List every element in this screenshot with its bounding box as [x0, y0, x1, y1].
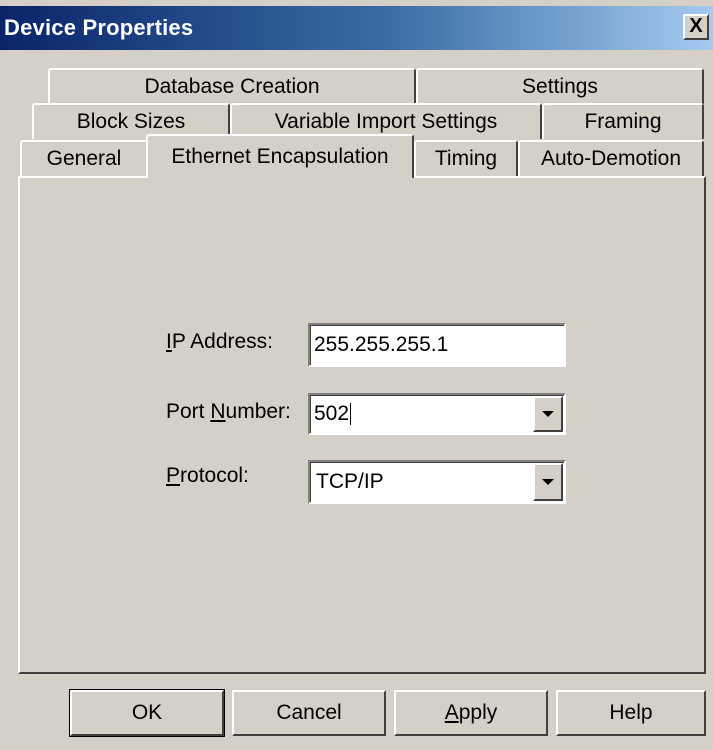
- protocol-combo[interactable]: TCP/IP: [308, 460, 566, 504]
- ip-address-value: 255.255.255.1: [314, 333, 449, 356]
- protocol-value: TCP/IP: [316, 470, 384, 493]
- tab-database-creation[interactable]: Database Creation: [48, 68, 416, 104]
- title-bar: Device Properties X: [0, 6, 713, 50]
- tab-settings[interactable]: Settings: [416, 68, 704, 104]
- close-icon: X: [689, 15, 703, 37]
- tab-label: Framing: [584, 110, 662, 133]
- port-number-value-wrap: 502: [314, 395, 352, 433]
- apply-label: Apply: [444, 701, 498, 724]
- tab-label: Database Creation: [144, 75, 320, 98]
- ip-address-label: IP Address:: [166, 330, 274, 353]
- tab-label: Ethernet Encapsulation: [171, 145, 389, 168]
- text-cursor: [350, 403, 352, 425]
- close-button[interactable]: X: [683, 14, 709, 40]
- protocol-label: Protocol:: [166, 464, 249, 487]
- ip-address-input[interactable]: 255.255.255.1: [308, 323, 566, 367]
- port-number-dropdown-button[interactable]: [533, 396, 563, 432]
- tab-label: Settings: [522, 75, 598, 98]
- help-button[interactable]: Help: [556, 690, 706, 736]
- tab-ethernet-encapsulation[interactable]: Ethernet Encapsulation: [146, 134, 414, 178]
- protocol-dropdown-button[interactable]: [533, 463, 563, 501]
- port-number-combo[interactable]: 502: [308, 393, 566, 435]
- help-label: Help: [609, 701, 653, 724]
- chevron-down-icon: [542, 479, 554, 485]
- tab-label: Block Sizes: [76, 110, 186, 133]
- port-number-value: 502: [314, 402, 350, 425]
- ok-button[interactable]: OK: [69, 689, 225, 737]
- cancel-label: Cancel: [276, 701, 342, 724]
- port-number-label: Port Number:: [166, 400, 291, 423]
- cancel-button[interactable]: Cancel: [232, 690, 386, 736]
- tab-label: Variable Import Settings: [274, 110, 498, 133]
- tab-label: General: [46, 147, 122, 170]
- tab-framing[interactable]: Framing: [542, 103, 704, 139]
- chevron-down-icon: [542, 411, 554, 417]
- window-title: Device Properties: [4, 15, 194, 40]
- tab-general[interactable]: General: [20, 140, 148, 176]
- ok-label: OK: [131, 701, 163, 724]
- tab-timing[interactable]: Timing: [414, 140, 518, 176]
- tab-label: Timing: [434, 147, 498, 170]
- tab-label: Auto-Demotion: [540, 147, 682, 170]
- device-properties-dialog: Device Properties X Database Creation Se…: [0, 0, 713, 750]
- apply-button[interactable]: Apply: [394, 690, 548, 736]
- tab-auto-demotion[interactable]: Auto-Demotion: [518, 140, 704, 176]
- protocol-value-wrap: TCP/IP: [316, 462, 384, 502]
